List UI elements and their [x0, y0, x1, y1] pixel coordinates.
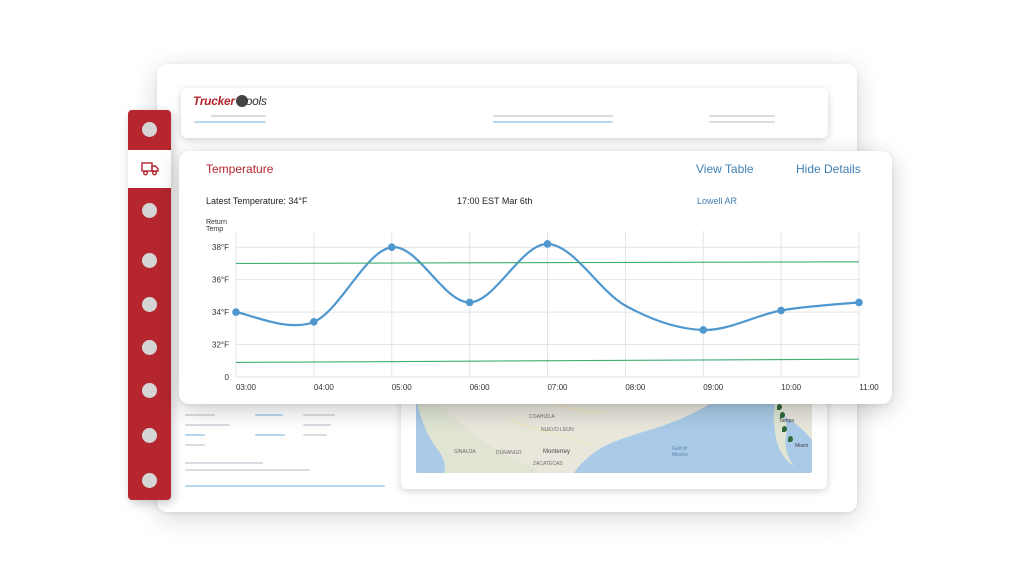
x-tick-label: 07:00	[547, 383, 568, 392]
x-tick-label: 05:00	[392, 383, 413, 392]
map-pin-icon[interactable]	[777, 404, 782, 410]
app-stage: Trucker ools COAHUILA NUEVO LEON SINALOA…	[0, 0, 1024, 576]
skeleton-line	[185, 424, 230, 426]
y-axis-label: Temp	[206, 226, 223, 233]
skeleton-line	[493, 121, 613, 123]
x-tick-label: 03:00	[236, 383, 257, 392]
data-point	[699, 326, 708, 334]
map-pin-icon[interactable]	[780, 412, 785, 418]
data-point	[855, 298, 863, 307]
x-tick-label: 08:00	[625, 383, 646, 392]
skeleton-line	[194, 121, 266, 123]
x-tick-label: 06:00	[470, 383, 491, 392]
data-point	[310, 318, 318, 326]
map-pin-icon[interactable]	[788, 436, 793, 442]
skeleton-line	[185, 414, 215, 416]
map-label: Miami	[795, 443, 809, 449]
truck-icon	[140, 162, 159, 176]
sidebar-item-6[interactable]	[142, 340, 157, 355]
sidebar-item-1[interactable]	[142, 122, 157, 137]
y-tick-label: 34°F	[212, 308, 229, 317]
map-label: Tampa	[779, 418, 795, 424]
data-point	[232, 308, 240, 316]
map-card: COAHUILA NUEVO LEON SINALOA DURANGO Mont…	[401, 392, 827, 489]
data-point	[543, 240, 552, 248]
map-label: Monterrey	[543, 449, 571, 455]
y-tick-label: 0	[225, 373, 230, 382]
data-point	[777, 306, 785, 315]
x-tick-label: 11:00	[859, 383, 879, 392]
map-label: NUEVO LEON	[541, 427, 574, 433]
skeleton-line	[303, 424, 331, 426]
skeleton-line	[493, 115, 613, 117]
sidebar-item-7[interactable]	[142, 383, 157, 398]
skeleton-line	[709, 115, 775, 117]
temperature-chart: ReturnTemp 0 32°F 34°F 36°F 38°F 03:00 04:00 05:…	[206, 219, 879, 392]
x-tick-label: 04:00	[314, 383, 335, 392]
data-point	[387, 243, 396, 252]
skeleton-line	[255, 414, 283, 416]
data-point	[465, 298, 474, 307]
skeleton-line	[185, 485, 385, 487]
sidebar-item-8[interactable]	[142, 428, 157, 443]
skeleton-line	[709, 121, 775, 123]
map-pin-icon[interactable]	[782, 426, 787, 432]
trucker-tools-logo[interactable]: Trucker ools	[193, 94, 267, 108]
skeleton-line	[185, 469, 310, 471]
sidebar-item-9[interactable]	[142, 473, 157, 488]
sidebar	[128, 110, 171, 500]
map-label: SINALOA	[454, 449, 476, 455]
sidebar-item-5[interactable]	[142, 297, 157, 312]
skeleton-line	[255, 434, 285, 436]
skeleton-line	[185, 462, 263, 464]
top-header: Trucker ools	[181, 88, 828, 138]
map-graphic	[416, 400, 812, 473]
map-label: COAHUILA	[529, 414, 555, 420]
skeleton-line	[185, 444, 205, 446]
sidebar-item-3[interactable]	[142, 203, 157, 218]
skeleton-line	[303, 414, 335, 416]
y-tick-label: 36°F	[212, 276, 229, 285]
logo-text-tail: ools	[245, 94, 267, 108]
temperature-panel: Temperature View Table Hide Details Late…	[179, 151, 892, 404]
y-tick-label: 38°F	[212, 243, 229, 252]
map-label: ZACATECAS	[533, 461, 563, 467]
y-axis-label: Return	[206, 219, 227, 226]
map-label: DURANGO	[496, 450, 522, 456]
sidebar-item-4[interactable]	[142, 253, 157, 268]
map-label: Gulf of Mexico	[672, 446, 688, 458]
x-tick-label: 10:00	[781, 383, 802, 392]
skeleton-line	[211, 115, 266, 117]
skeleton-line	[303, 434, 327, 436]
sidebar-item-loads[interactable]	[128, 150, 171, 188]
logo-text-main: Trucker	[193, 94, 235, 108]
tracking-map[interactable]: COAHUILA NUEVO LEON SINALOA DURANGO Mont…	[416, 400, 812, 473]
skeleton-line	[185, 434, 205, 436]
y-tick-label: 32°F	[212, 341, 229, 350]
x-tick-label: 09:00	[703, 383, 724, 392]
